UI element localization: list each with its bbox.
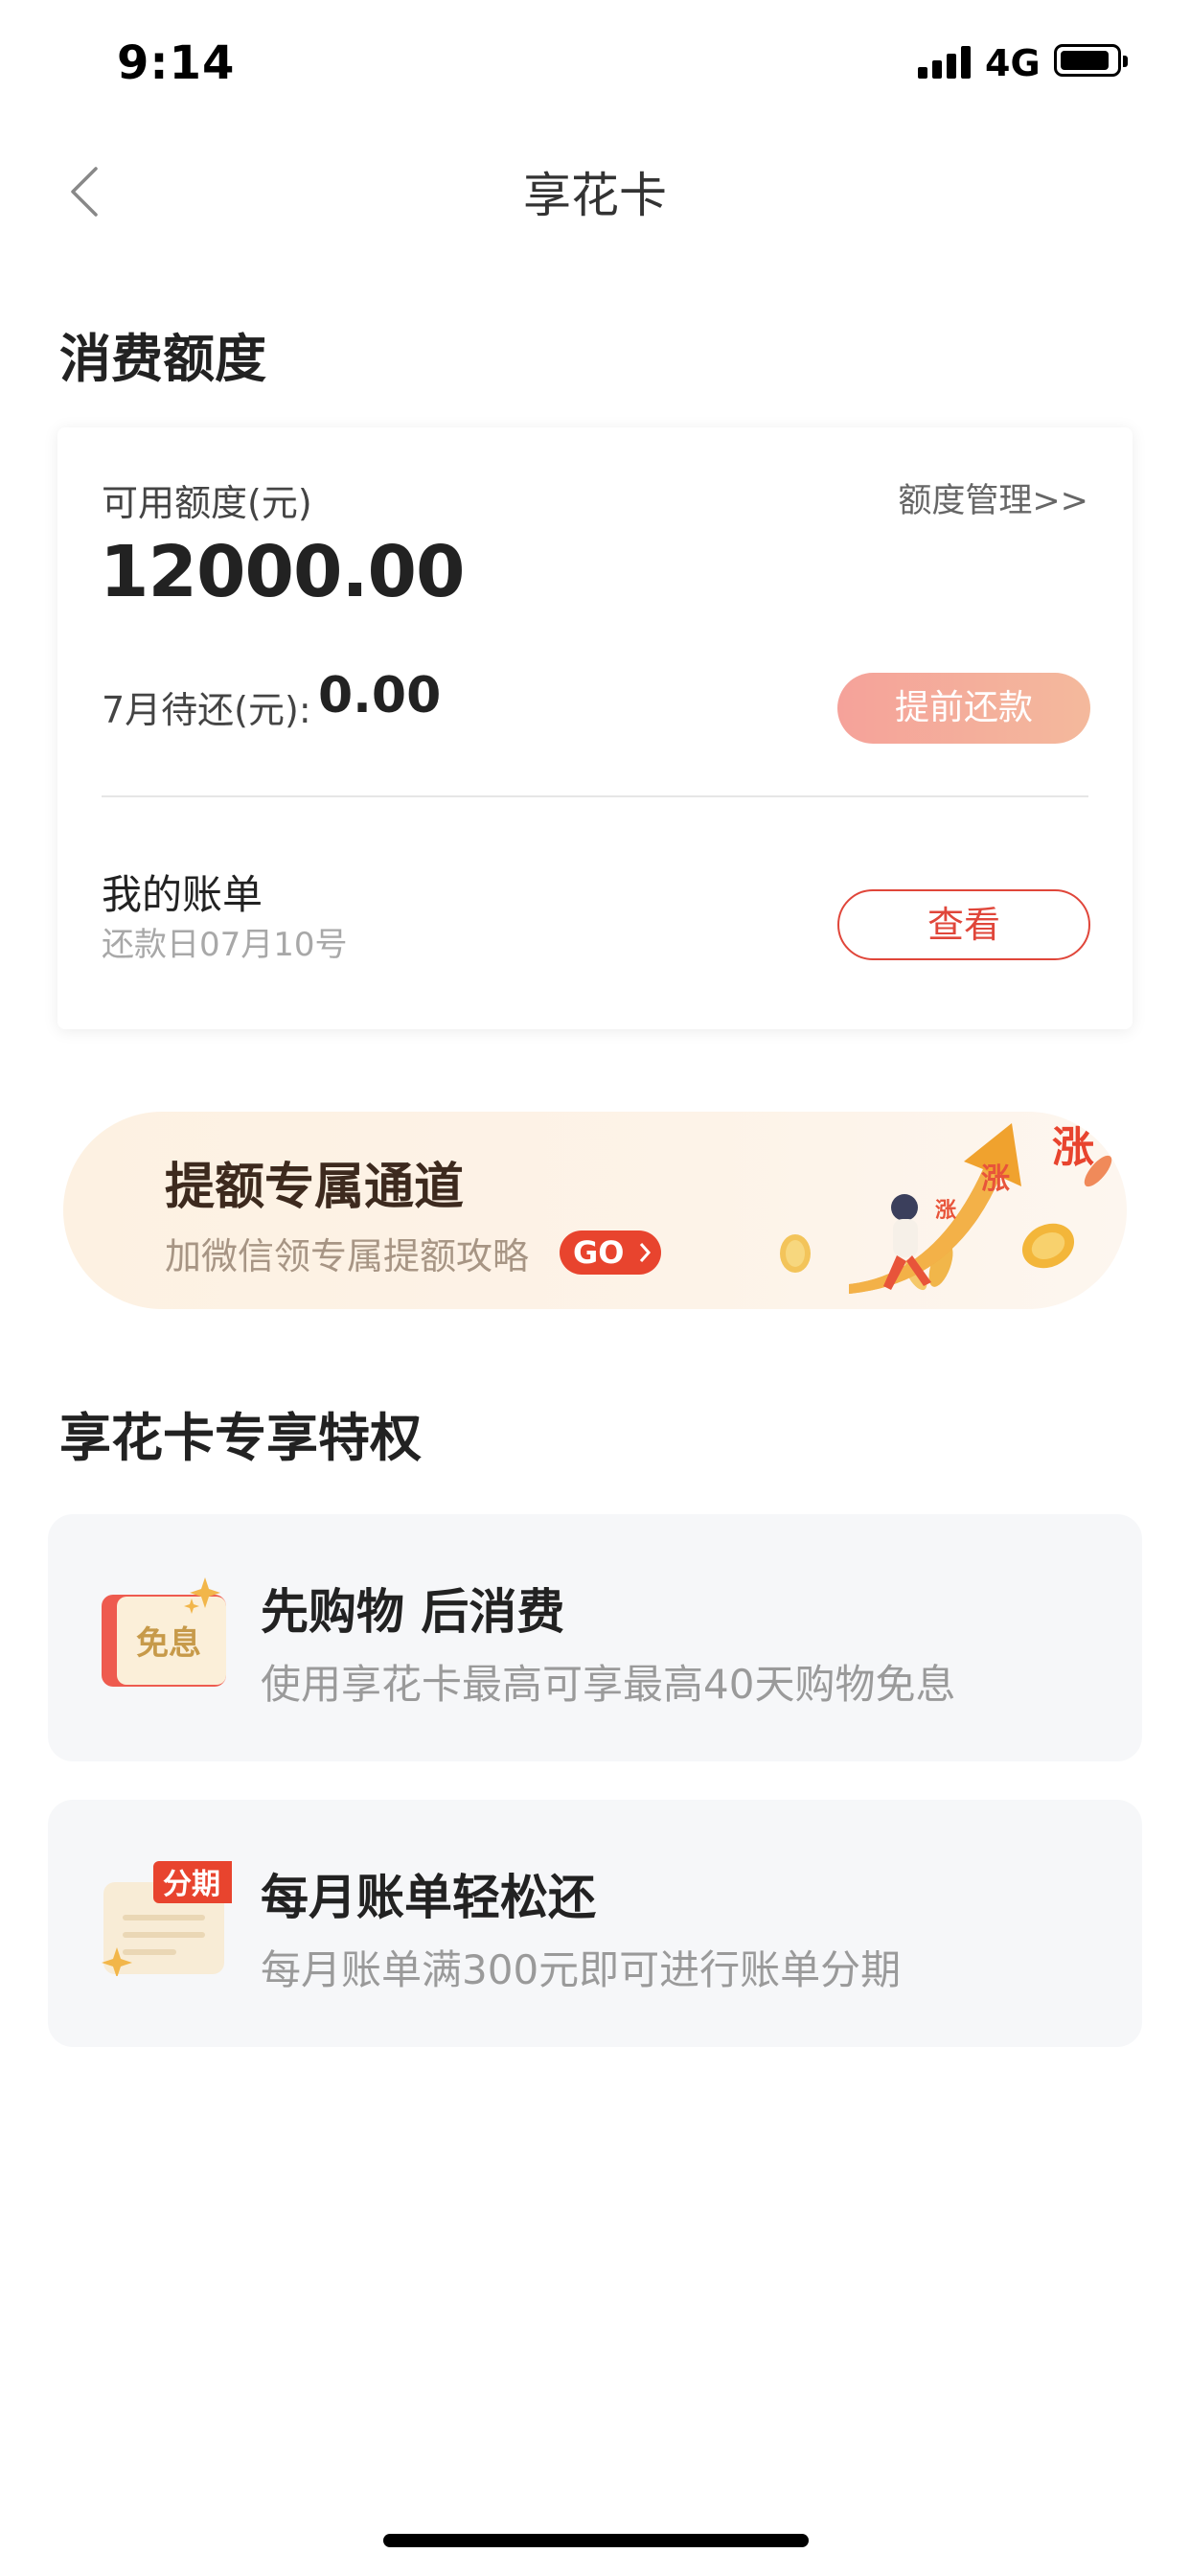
my-bill-title: 我的账单	[102, 871, 263, 918]
due-amount: 0.00	[318, 667, 442, 724]
banner-subtitle: 加微信领专属提额攻略	[165, 1235, 530, 1277]
interest-free-icon: 免息	[102, 1577, 226, 1687]
signal-icon	[918, 46, 972, 79]
divider	[102, 795, 1088, 797]
repayment-date: 还款日07月10号	[102, 926, 348, 964]
installment-icon: 分期	[102, 1861, 232, 1976]
benefit-card-interest-free[interactable]: 免息 先购物 后消费 使用享花卡最高可享最高40天购物免息	[48, 1514, 1142, 1761]
installment-icon-label: 分期	[163, 1868, 220, 1901]
illustration-text-small: 涨	[935, 1199, 956, 1223]
available-limit-label: 可用额度(元)	[102, 482, 312, 524]
prepay-button[interactable]: 提前还款	[837, 673, 1090, 744]
benefit-desc: 每月账单满300元即可进行账单分期	[261, 1946, 902, 1993]
growth-arrow-illustration: 涨 涨 涨	[780, 1123, 1112, 1294]
banner-title: 提额专属通道	[165, 1159, 465, 1216]
battery-icon	[1054, 44, 1128, 77]
network-type: 4G	[985, 42, 1041, 84]
section-title-benefits: 享花卡专享特权	[59, 1408, 422, 1468]
status-time: 9:14	[117, 36, 236, 90]
interest-free-icon-label: 免息	[136, 1624, 201, 1663]
available-limit-amount: 12000.00	[100, 531, 466, 613]
benefit-title: 每月账单轻松还	[261, 1870, 596, 1925]
limit-manage-link[interactable]: 额度管理>>	[898, 473, 1088, 522]
benefit-title: 先购物 后消费	[261, 1584, 565, 1640]
limit-increase-banner[interactable]: 提额专属通道 加微信领专属提额攻略 GO 涨 涨 涨	[63, 1112, 1127, 1309]
section-title-credit: 消费额度	[59, 329, 266, 389]
illustration-text-medium: 涨	[981, 1162, 1010, 1196]
illustration-text-large: 涨	[1052, 1123, 1094, 1172]
go-label: GO	[573, 1234, 625, 1271]
go-badge[interactable]: GO	[560, 1230, 661, 1275]
app-screen: 9:14 4G 享花卡 消费额度 可用额度(元) 额度管理>> 12000.00…	[0, 0, 1190, 2576]
home-indicator	[383, 2534, 809, 2547]
status-bar: 9:14 4G	[0, 0, 1190, 128]
credit-card: 可用额度(元) 额度管理>> 12000.00 7月待还(元): 0.00 提前…	[57, 427, 1133, 1029]
view-bill-button[interactable]: 查看	[837, 889, 1090, 960]
due-amount-label: 7月待还(元):	[102, 689, 311, 731]
page-title: 享花卡	[523, 168, 667, 223]
benefit-card-installment[interactable]: 分期 每月账单轻松还 每月账单满300元即可进行账单分期	[48, 1800, 1142, 2047]
benefit-desc: 使用享花卡最高可享最高40天购物免息	[261, 1661, 956, 1708]
chevron-right-icon	[639, 1243, 652, 1262]
nav-bar: 享花卡	[0, 128, 1190, 253]
